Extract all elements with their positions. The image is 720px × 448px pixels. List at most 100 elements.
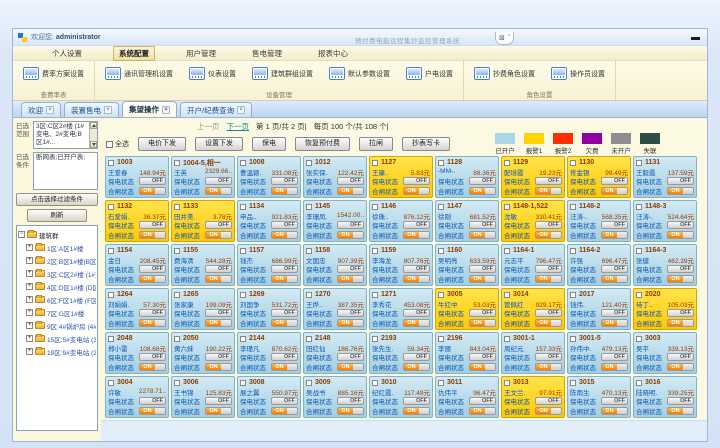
card-checkbox[interactable] bbox=[504, 204, 510, 210]
switch-state-toggle[interactable]: ON bbox=[535, 363, 562, 371]
ribbon-button-0-0[interactable]: 费率方案设置 bbox=[21, 65, 86, 82]
power-keep-toggle[interactable]: OFF bbox=[403, 397, 430, 405]
card-checkbox[interactable] bbox=[372, 336, 378, 342]
switch-state-toggle[interactable]: ON bbox=[469, 231, 496, 239]
ribbon-button-2-1[interactable]: 操作员设置 bbox=[549, 65, 607, 82]
switch-state-toggle[interactable]: ON bbox=[403, 187, 430, 195]
power-keep-toggle[interactable]: OFF bbox=[469, 221, 496, 229]
scrollbar[interactable] bbox=[89, 122, 97, 148]
card-checkbox[interactable] bbox=[240, 380, 246, 386]
switch-state-toggle[interactable]: ON bbox=[205, 407, 232, 415]
card-checkbox[interactable] bbox=[108, 248, 114, 254]
scroll-up-icon[interactable] bbox=[90, 122, 97, 129]
power-keep-toggle[interactable]: OFF bbox=[601, 177, 628, 185]
tab-close-icon[interactable]: × bbox=[104, 106, 112, 114]
card-checkbox[interactable] bbox=[306, 248, 312, 254]
expand-icon[interactable]: + bbox=[26, 309, 33, 316]
power-keep-toggle[interactable]: OFF bbox=[403, 221, 430, 229]
switch-state-toggle[interactable]: ON bbox=[403, 363, 430, 371]
power-keep-toggle[interactable]: OFF bbox=[139, 353, 166, 361]
power-keep-toggle[interactable]: OFF bbox=[535, 265, 562, 273]
power-keep-toggle[interactable]: OFF bbox=[469, 397, 496, 405]
switch-state-toggle[interactable]: ON bbox=[667, 231, 694, 239]
toolbar-button-2[interactable]: 保电 bbox=[252, 137, 286, 151]
switch-state-toggle[interactable]: ON bbox=[139, 275, 166, 283]
card-checkbox[interactable] bbox=[438, 380, 444, 386]
ribbon-button-2-0[interactable]: 抄费角色设置 bbox=[472, 65, 537, 82]
switch-state-toggle[interactable]: ON bbox=[205, 231, 232, 239]
card-checkbox[interactable] bbox=[636, 380, 642, 386]
card-checkbox[interactable] bbox=[570, 160, 576, 166]
card-checkbox[interactable] bbox=[240, 204, 246, 210]
menu-item-3[interactable]: 售电管理 bbox=[247, 47, 287, 60]
power-keep-toggle[interactable]: OFF bbox=[337, 221, 364, 229]
prev-page-link[interactable]: 上一页 bbox=[197, 121, 220, 132]
tab-0[interactable]: 欢迎× bbox=[21, 102, 61, 117]
card-checkbox[interactable] bbox=[174, 248, 180, 254]
power-keep-toggle[interactable]: OFF bbox=[535, 309, 562, 317]
menu-item-1[interactable]: 系统配置 bbox=[113, 46, 155, 61]
card-checkbox[interactable] bbox=[306, 336, 312, 342]
selected-condition-box[interactable]: 断网表;已开户表; bbox=[33, 152, 98, 190]
scroll-down-icon[interactable] bbox=[90, 141, 97, 148]
card-checkbox[interactable] bbox=[372, 292, 378, 298]
tree-root[interactable]: −建筑群 bbox=[18, 228, 96, 241]
card-checkbox[interactable] bbox=[372, 248, 378, 254]
card-checkbox[interactable] bbox=[504, 292, 510, 298]
card-checkbox[interactable] bbox=[636, 160, 642, 166]
power-keep-toggle[interactable]: OFF bbox=[337, 353, 364, 361]
card-checkbox[interactable] bbox=[438, 248, 444, 254]
switch-state-toggle[interactable]: ON bbox=[535, 407, 562, 415]
switch-state-toggle[interactable]: ON bbox=[469, 319, 496, 327]
chevron-down-icon[interactable]: ˇ bbox=[508, 35, 510, 42]
switch-state-toggle[interactable]: ON bbox=[139, 407, 166, 415]
card-checkbox[interactable] bbox=[372, 380, 378, 386]
power-keep-toggle[interactable]: OFF bbox=[469, 265, 496, 273]
switch-state-toggle[interactable]: ON bbox=[205, 319, 232, 327]
switch-state-toggle[interactable]: ON bbox=[667, 275, 694, 283]
power-keep-toggle[interactable]: OFF bbox=[205, 265, 232, 273]
card-checkbox[interactable] bbox=[636, 336, 642, 342]
switch-state-toggle[interactable]: ON bbox=[139, 187, 166, 195]
tree-item-3[interactable]: +4区:D区1#楼 (D区1... bbox=[18, 280, 96, 293]
power-keep-toggle[interactable]: OFF bbox=[139, 177, 166, 185]
tree-item-1[interactable]: +2区:B区1#楼(B区1#... bbox=[18, 254, 96, 267]
switch-state-toggle[interactable]: ON bbox=[667, 187, 694, 195]
card-checkbox[interactable] bbox=[174, 380, 180, 386]
card-checkbox[interactable] bbox=[438, 160, 444, 166]
switch-state-toggle[interactable]: ON bbox=[271, 275, 298, 283]
switch-state-toggle[interactable]: ON bbox=[403, 275, 430, 283]
toolbar-button-5[interactable]: 抄表写卡 bbox=[402, 137, 450, 151]
ribbon-button-1-3[interactable]: 默认参数设置 bbox=[327, 65, 392, 82]
card-checkbox[interactable] bbox=[570, 380, 576, 386]
power-keep-toggle[interactable]: OFF bbox=[337, 309, 364, 317]
card-checkbox[interactable] bbox=[372, 160, 378, 166]
power-keep-toggle[interactable]: OFF bbox=[535, 397, 562, 405]
tree-item-5[interactable]: +7区:G区1#楼 bbox=[18, 306, 96, 319]
power-keep-toggle[interactable]: OFF bbox=[535, 177, 562, 185]
switch-state-toggle[interactable]: ON bbox=[667, 407, 694, 415]
switch-state-toggle[interactable]: ON bbox=[337, 319, 364, 327]
card-checkbox[interactable] bbox=[174, 204, 180, 210]
switch-state-toggle[interactable]: ON bbox=[403, 231, 430, 239]
power-keep-toggle[interactable]: OFF bbox=[271, 265, 298, 273]
card-checkbox[interactable] bbox=[636, 204, 642, 210]
power-keep-toggle[interactable]: OFF bbox=[271, 353, 298, 361]
toolbar-button-3[interactable]: 恢复预付费 bbox=[295, 137, 350, 151]
switch-state-toggle[interactable]: ON bbox=[601, 363, 628, 371]
switch-state-toggle[interactable]: ON bbox=[601, 319, 628, 327]
switch-state-toggle[interactable]: ON bbox=[271, 231, 298, 239]
power-keep-toggle[interactable]: OFF bbox=[205, 177, 232, 185]
switch-state-toggle[interactable]: ON bbox=[535, 319, 562, 327]
switch-state-toggle[interactable]: ON bbox=[667, 363, 694, 371]
switch-state-toggle[interactable]: ON bbox=[535, 275, 562, 283]
switch-state-toggle[interactable]: ON bbox=[469, 187, 496, 195]
card-checkbox[interactable] bbox=[108, 336, 114, 342]
expand-icon[interactable]: + bbox=[26, 244, 33, 251]
switch-state-toggle[interactable]: ON bbox=[271, 407, 298, 415]
power-keep-toggle[interactable]: OFF bbox=[601, 353, 628, 361]
power-keep-toggle[interactable]: OFF bbox=[337, 265, 364, 273]
switch-state-toggle[interactable]: ON bbox=[337, 275, 364, 283]
power-keep-toggle[interactable]: OFF bbox=[337, 177, 364, 185]
card-checkbox[interactable] bbox=[504, 160, 510, 166]
